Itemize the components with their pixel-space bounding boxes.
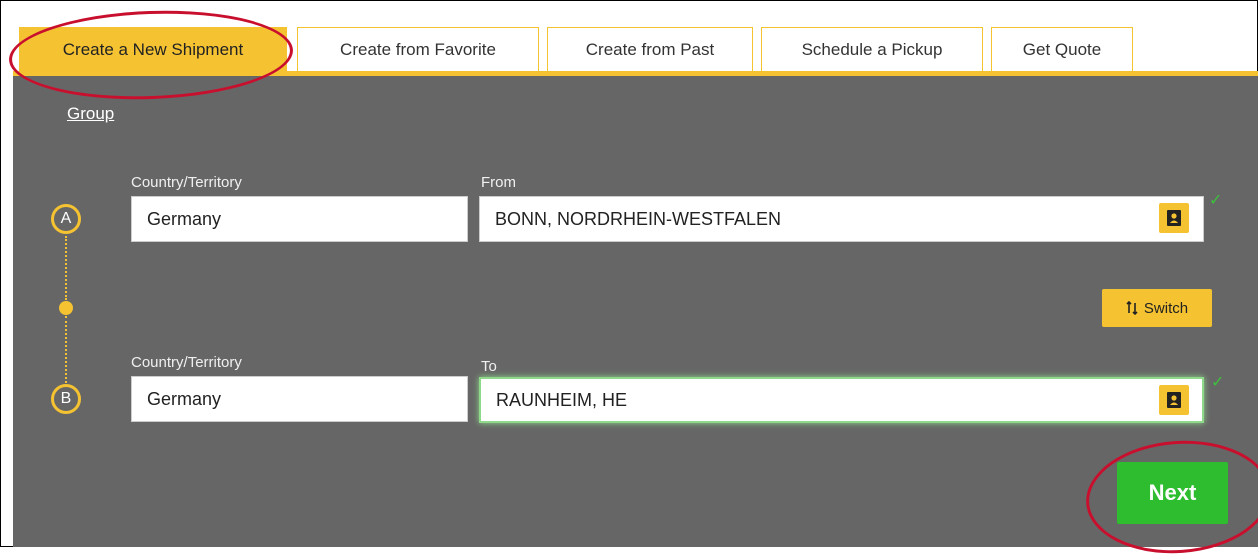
address-book-icon (1167, 210, 1181, 226)
switch-button[interactable]: Switch (1102, 289, 1212, 327)
next-button[interactable]: Next (1117, 462, 1228, 524)
tab-schedule-a-pickup[interactable]: Schedule a Pickup (761, 27, 983, 71)
app-frame: Create a New Shipment Create from Favori… (0, 0, 1258, 559)
swap-vertical-icon (1126, 301, 1138, 315)
origin-city-value: BONN, NORDRHEIN-WESTFALEN (495, 208, 782, 229)
tab-create-new-shipment[interactable]: Create a New Shipment (19, 27, 287, 71)
destination-country-label: Country/Territory (131, 354, 242, 371)
tab-label: Create from Past (585, 39, 715, 59)
route-line-bottom (65, 316, 67, 383)
destination-country-field[interactable]: Germany (131, 376, 468, 422)
next-label: Next (1148, 480, 1197, 505)
check-icon: ✓ (1209, 192, 1223, 209)
origin-marker-letter: A (60, 210, 72, 227)
origin-country-value: Germany (147, 208, 222, 229)
destination-contacts-button[interactable] (1159, 385, 1189, 415)
tab-label: Create from Favorite (340, 39, 496, 59)
origin-country-label: Country/Territory (131, 174, 242, 191)
destination-marker-letter: B (60, 390, 72, 407)
origin-city-label: From (481, 174, 516, 191)
destination-marker: B (51, 384, 81, 414)
destination-city-label: To (481, 358, 497, 375)
check-icon: ✓ (1211, 374, 1225, 391)
destination-city-value: RAUNHEIM, HE (496, 389, 628, 410)
tab-get-quote[interactable]: Get Quote (991, 27, 1133, 71)
tab-label: Get Quote (1022, 39, 1102, 59)
tab-label: Schedule a Pickup (801, 39, 943, 59)
destination-country-value: Germany (147, 388, 222, 409)
origin-country-field[interactable]: Germany (131, 196, 468, 242)
tab-create-from-favorite[interactable]: Create from Favorite (297, 27, 539, 71)
route-line-top (65, 236, 67, 300)
destination-city-field[interactable]: RAUNHEIM, HE (479, 377, 1204, 423)
origin-contacts-button[interactable] (1159, 203, 1189, 233)
switch-label: Switch (1143, 299, 1189, 317)
tab-create-from-past[interactable]: Create from Past (547, 27, 753, 71)
tab-label: Create a New Shipment (62, 39, 244, 59)
route-midpoint (59, 301, 73, 315)
origin-city-field[interactable]: BONN, NORDRHEIN-WESTFALEN (479, 196, 1204, 242)
address-book-icon (1167, 392, 1181, 408)
group-link[interactable]: Group (67, 104, 114, 124)
origin-marker: A (51, 204, 81, 234)
shipment-panel: Group A B Country/Territory Germany From… (13, 76, 1258, 547)
tab-bar: Create a New Shipment Create from Favori… (1, 1, 1257, 73)
